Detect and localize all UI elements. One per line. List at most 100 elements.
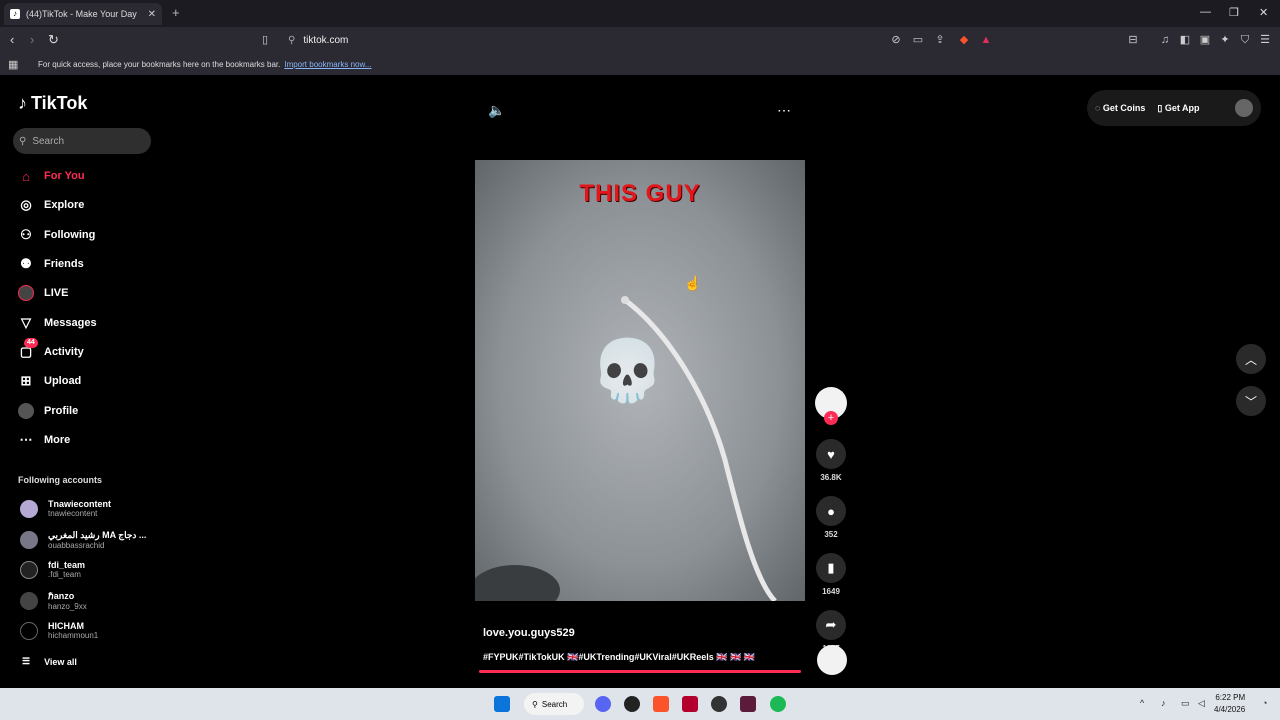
- app-icon[interactable]: [711, 696, 727, 712]
- tab-search-icon[interactable]: ⊟: [1126, 33, 1140, 47]
- sidebar-icon[interactable]: ◧: [1178, 33, 1192, 47]
- acrobat-icon[interactable]: [682, 696, 698, 712]
- brave-icon[interactable]: [653, 696, 669, 712]
- video-overlay-text: THIS GUY: [579, 180, 701, 207]
- forward-icon[interactable]: ›: [30, 32, 34, 47]
- nav-for-you[interactable]: ⌂ For You: [18, 166, 85, 186]
- account-item[interactable]: رشيد المغربي MA دجاج ... ouabbassrachid: [20, 530, 146, 550]
- nav-friends[interactable]: ⚉ Friends: [18, 254, 84, 274]
- url-text: tiktok.com: [303, 34, 349, 46]
- nav-upload[interactable]: ⊞ Upload: [18, 371, 82, 391]
- video-progress-bar[interactable]: [479, 670, 801, 673]
- account-item[interactable]: fdi_team .fdi_team: [20, 560, 85, 579]
- spotify-icon[interactable]: [770, 696, 786, 712]
- nav-profile[interactable]: Profile: [18, 401, 78, 421]
- discord-icon[interactable]: [595, 696, 611, 712]
- windows-start-icon[interactable]: [494, 696, 510, 712]
- network-icon[interactable]: ▭: [1181, 698, 1190, 709]
- creator-avatar[interactable]: +: [815, 387, 847, 425]
- tray-chevron-icon[interactable]: ^: [1140, 698, 1144, 708]
- tab-title: (44)TikTok - Make Your Day: [26, 9, 137, 19]
- media-icon[interactable]: ♫: [1158, 33, 1172, 47]
- app-g-icon[interactable]: [624, 696, 640, 712]
- back-icon[interactable]: ‹: [10, 32, 14, 47]
- nav-label: Upload: [44, 375, 82, 387]
- brave-shield-icon[interactable]: ◆: [957, 33, 971, 47]
- account-name: Tnawiecontent: [48, 499, 112, 509]
- menu-icon[interactable]: ☰: [1258, 33, 1272, 47]
- follow-plus-icon[interactable]: +: [824, 411, 838, 425]
- brave-rewards-icon[interactable]: ▲: [979, 33, 993, 47]
- reload-icon[interactable]: ↻: [48, 32, 59, 48]
- volume-icon[interactable]: 🔈: [488, 102, 505, 119]
- nav-live[interactable]: LIVE: [18, 283, 68, 303]
- save-button[interactable]: ▮ 1649: [815, 553, 847, 596]
- notification-icon[interactable]: ◔: [1262, 698, 1267, 708]
- nav-label: Explore: [44, 199, 85, 211]
- messages-icon: ▽: [21, 315, 31, 330]
- nav-label: More: [44, 434, 71, 446]
- user-avatar[interactable]: [1235, 99, 1253, 117]
- nav-label: Profile: [44, 405, 79, 417]
- nav-label: Friends: [44, 258, 84, 270]
- more-options-icon[interactable]: ⋯: [777, 102, 791, 119]
- site-info-icon[interactable]: ⚲: [288, 35, 295, 46]
- taskbar-search[interactable]: ⚲ Search: [524, 693, 584, 715]
- account-handle: .fdi_team: [48, 570, 81, 579]
- video-hashtags[interactable]: #FYPUK#TikTokUK 🇬🇧#UKTrending#UKViral#UK…: [483, 652, 755, 663]
- nav-following[interactable]: ⚇ Following: [18, 225, 95, 245]
- account-handle: tnawiecontent: [48, 509, 98, 518]
- sound-disc-icon[interactable]: [817, 645, 847, 675]
- no-translate-icon[interactable]: ⊘: [889, 33, 903, 47]
- vpn-icon[interactable]: ⛉: [1238, 33, 1252, 47]
- clock-date: 4/4/2026: [1214, 705, 1246, 714]
- video-player[interactable]: THIS GUY 💀: [475, 160, 805, 601]
- tab-close-icon[interactable]: ✕: [148, 9, 156, 20]
- bookmark-icon[interactable]: ▯: [258, 33, 272, 47]
- tiktok-logo[interactable]: ♪ TikTok: [18, 93, 87, 114]
- get-coins-label: Get Coins: [1102, 103, 1146, 113]
- bookmarks-bar: For quick access, place your bookmarks h…: [0, 53, 1280, 75]
- following-icon: ⚇: [20, 227, 32, 242]
- browser-tab[interactable]: ♪ (44)TikTok - Make Your Day ✕: [4, 3, 162, 25]
- share-arrow-icon: ➦: [816, 610, 846, 640]
- activity-badge: 44: [24, 338, 38, 348]
- nav-label: For You: [44, 170, 85, 182]
- heart-icon: ♥: [816, 439, 846, 469]
- restore-icon[interactable]: ❐: [1229, 6, 1239, 19]
- taskbar-clock[interactable]: 6:22 PM 4/4/2026: [1214, 692, 1245, 716]
- nav-explore[interactable]: ◎ Explore: [18, 195, 84, 215]
- account-item[interactable]: Tnawiecontent tnawiecontent: [20, 499, 111, 518]
- video-author[interactable]: love.you.guys529: [483, 627, 575, 639]
- new-tab-button[interactable]: +: [172, 5, 180, 20]
- get-app-button[interactable]: ▯ Get App: [1157, 103, 1199, 114]
- minimize-icon[interactable]: —: [1200, 6, 1211, 18]
- search-input[interactable]: ⚲ Search: [13, 128, 151, 154]
- friends-icon: ⚉: [20, 256, 32, 271]
- apps-grid-icon[interactable]: ▦: [8, 58, 18, 71]
- account-item[interactable]: ℏanzo hanzo_9xx: [20, 591, 87, 611]
- leo-ai-icon[interactable]: ✦: [1218, 33, 1232, 47]
- nav-messages[interactable]: ▽ Messages: [18, 313, 97, 333]
- like-button[interactable]: ♥ 36.8K: [815, 439, 847, 482]
- account-handle: hanzo_9xx: [48, 602, 87, 611]
- nav-more[interactable]: ⋯ More: [18, 430, 71, 450]
- cursor-hand-icon: ☝: [684, 275, 702, 291]
- next-video-button[interactable]: ﹀: [1236, 386, 1266, 416]
- nav-label: Activity: [44, 346, 84, 358]
- share-icon[interactable]: ⇪: [933, 33, 947, 47]
- nav-activity[interactable]: ▢ 44 Activity: [18, 338, 84, 362]
- microphone-icon[interactable]: ♪: [1161, 698, 1166, 708]
- cast-icon[interactable]: ▭: [911, 33, 925, 47]
- import-bookmarks-link[interactable]: Import bookmarks now...: [284, 60, 371, 69]
- window-close-icon[interactable]: ✕: [1259, 6, 1268, 19]
- view-all-button[interactable]: ☰ View all: [22, 656, 77, 667]
- wallet-icon[interactable]: ▣: [1198, 33, 1212, 47]
- get-coins-button[interactable]: ◌ Get Coins: [1095, 103, 1145, 113]
- speaker-icon[interactable]: ◁: [1198, 698, 1205, 709]
- account-item[interactable]: HICHAM hichammoun1: [20, 621, 98, 640]
- previous-video-button[interactable]: ︿: [1236, 344, 1266, 374]
- search-placeholder: Search: [32, 135, 65, 147]
- app-v-icon[interactable]: [740, 696, 756, 712]
- comment-button[interactable]: ● 352: [815, 496, 847, 539]
